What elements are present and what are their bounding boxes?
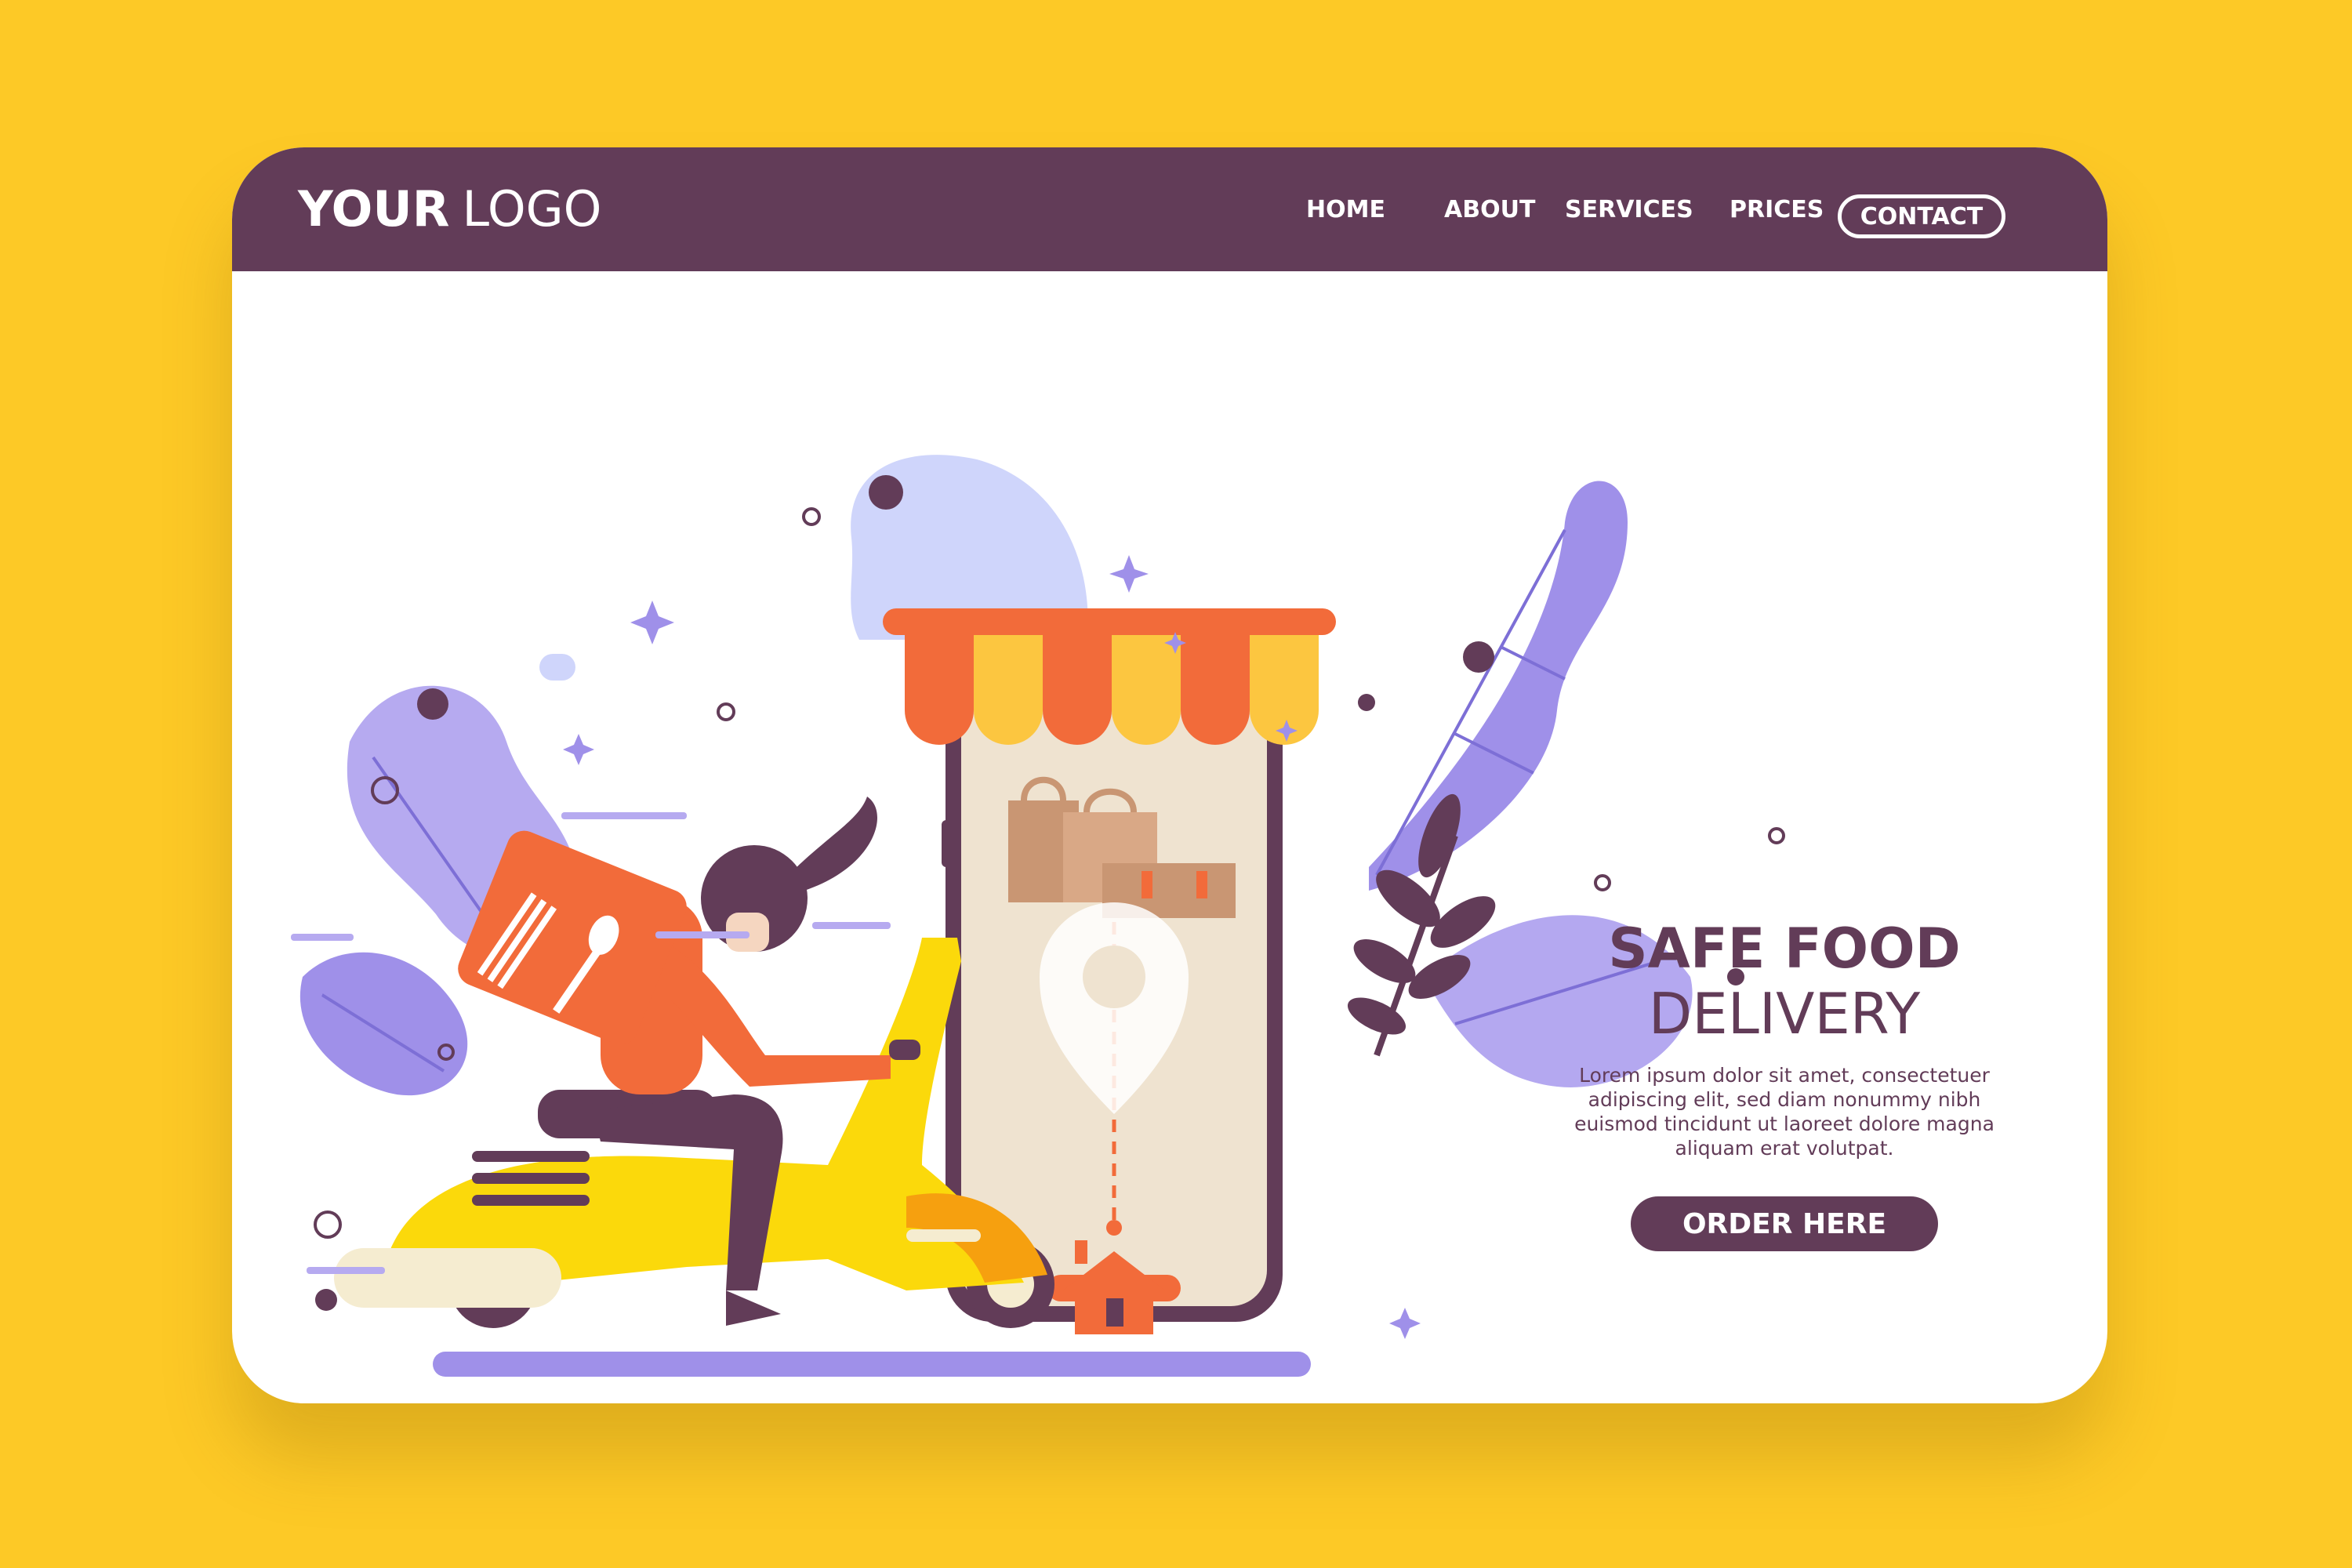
nav-home[interactable]: HOME — [1306, 191, 1385, 229]
nav-contact-button[interactable]: CONTACT — [1838, 194, 2005, 238]
nav-prices[interactable]: PRICES — [1730, 191, 1824, 229]
nav-about[interactable]: ABOUT — [1444, 191, 1535, 229]
nav-services[interactable]: SERVICES — [1565, 191, 1693, 229]
hero-description: Lorem ipsum dolor sit amet, consectetuer… — [1574, 1064, 1994, 1160]
logo-thin-text: LOGO — [462, 180, 602, 238]
hero-title: SAFE FOOD — [1608, 916, 1961, 981]
top-navbar: YOUR LOGO HOME ABOUT SERVICES PRICES CONT… — [232, 147, 2107, 271]
logo-bold-text: YOUR — [298, 180, 450, 238]
hero-subtitle: DELIVERY — [1648, 981, 1921, 1047]
landing-card: YOUR LOGO HOME ABOUT SERVICES PRICES CONT… — [232, 147, 2107, 1403]
order-here-button[interactable]: ORDER HERE — [1631, 1196, 1938, 1251]
brand-logo[interactable]: YOUR LOGO — [298, 182, 601, 237]
